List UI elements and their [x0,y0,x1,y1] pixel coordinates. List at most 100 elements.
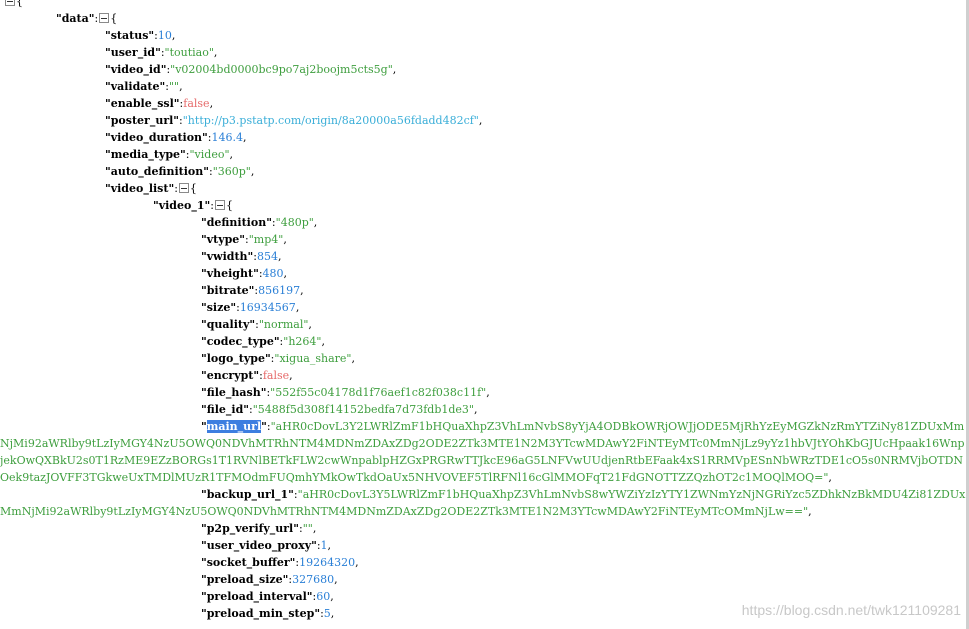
json-value: 10 [157,29,172,42]
collapse-toggle-icon[interactable] [178,183,189,193]
json-key: "p2p_verify_url" [201,522,299,535]
json-value: "xigua_share" [274,352,352,365]
json-row-logo-type: "logo_type":"xigua_share", [201,352,355,365]
json-key: "preload_min_step" [201,607,321,620]
json-key: "preload_size" [201,573,289,586]
json-value: false [262,369,290,382]
json-row-user-id: "user_id":"toutiao", [105,46,218,59]
json-value: 1 [320,539,328,552]
json-key: "preload_interval" [201,590,313,603]
json-key: "codec_type" [201,335,280,348]
json-value: "480p" [275,216,314,229]
json-row-p2p-verify-url: "p2p_verify_url":"", [201,522,317,535]
json-row-preload-size: "preload_size":327680, [201,573,338,586]
json-key: "bitrate" [201,284,255,297]
json-value: 327680 [292,573,335,586]
json-row-main-url: "main_url":"aHR0cDovL3Y2LWRlZmF1bHQuaXhp… [0,420,965,484]
collapse-toggle-icon[interactable] [214,200,225,210]
json-key: "definition" [201,216,272,229]
json-value: "" [302,522,313,535]
json-key: "user_video_proxy" [201,539,317,552]
json-row-user-video-proxy: "user_video_proxy":1, [201,539,332,552]
json-value: 146.4 [211,131,243,144]
collapse-toggle-icon[interactable] [99,13,110,23]
json-value: "aHR0cDovL3Y2LWRlZmF1bHQuaXhpZ3VhLmNvbS8… [0,420,965,484]
json-row-media-type: "media_type":"video", [105,148,234,161]
json-row-validate: "validate":"", [105,80,183,93]
json-value: "552f55c04178d1f76aef1c82f038c11f" [270,386,487,399]
json-row-backup-url-1: "backup_url_1":"aHR0cDovL3Y5LWRlZmF1bHQu… [0,488,966,518]
json-row-definition: "definition":"480p", [201,216,318,229]
json-key: "file_id" [201,403,250,416]
json-key: "video_list" [105,182,175,195]
json-row-preload-interval: "preload_interval":60, [201,590,334,603]
json-value: "video" [189,148,230,161]
json-value: "360p" [212,165,251,178]
json-row-video-1: "video_1":{ [153,199,233,212]
json-value: false [183,97,210,110]
json-row-preload-min-step: "preload_min_step":5, [201,607,335,620]
json-row-data: "data":{ [56,12,118,25]
json-row-video-list: "video_list":{ [105,182,197,195]
json-key: "main_url" [201,420,267,433]
json-key: "media_type" [105,148,186,161]
json-key: "video_duration" [105,131,208,144]
json-row-vheight: "vheight":480, [201,267,288,280]
json-value: 60 [316,590,331,603]
json-key: "auto_definition" [105,165,209,178]
selected-text[interactable]: main_url [206,420,262,433]
json-row-file-id: "file_id":"5488f5d308f14152bedfa7d73fdb1… [201,403,478,416]
json-key: "user_id" [105,46,161,59]
json-key: "validate" [105,80,166,93]
json-key: "logo_type" [201,352,271,365]
json-value: 854 [257,250,278,263]
json-value: "v02004bd0000bc9po7aj2boojm5cts5g" [170,63,393,76]
json-value: 16934567 [239,301,296,314]
json-key: "file_hash" [201,386,267,399]
json-row-vtype: "vtype":"mp4", [201,233,287,246]
json-value: "mp4" [248,233,284,246]
json-row-bitrate: "bitrate":856197, [201,284,304,297]
json-value: "h264" [283,335,322,348]
json-row-encrypt: "encrypt":false, [201,369,293,382]
json-row-video-duration: "video_duration":146.4, [105,131,247,144]
json-value: 480 [262,267,284,280]
collapse-toggle-icon[interactable] [5,0,15,6]
json-row-quality: "quality":"normal", [201,318,312,331]
json-viewer: { "data":{ "status":10, "user_id":"touti… [0,0,969,629]
json-key: "size" [201,301,237,314]
json-key: "encrypt" [201,369,260,382]
json-row-size: "size":16934567, [201,301,300,314]
json-link-value[interactable]: "http://p3.pstatp.com/origin/8a20000a56f… [183,114,479,127]
json-value: "normal" [258,318,309,331]
json-key: "vtype" [201,233,246,246]
json-row-poster-url: "poster_url":"http://p3.pstatp.com/origi… [105,114,483,127]
json-key: "video_id" [105,63,167,76]
json-key: "status" [105,29,155,42]
json-value: "5488f5d308f14152bedfa7d73fdb1de3" [252,403,474,416]
json-key: "vwidth" [201,250,254,263]
json-key: "data" [56,12,95,25]
json-row-enable-ssl: "enable_ssl":false, [105,97,214,110]
json-row-codec-type: "codec_type":"h264", [201,335,325,348]
json-row-vwidth: "vwidth":854, [201,250,282,263]
json-key: "enable_ssl" [105,97,180,110]
root-line: { [4,0,23,10]
json-key: "video_1" [153,199,211,212]
json-value: "aHR0cDovL3Y5LWRlZmF1bHQuaXhpZ3VhLmNvbS8… [0,488,966,518]
json-value: "" [168,80,180,93]
json-key: "vheight" [201,267,259,280]
json-row-file-hash: "file_hash":"552f55c04178d1f76aef1c82f03… [201,386,490,399]
json-value: 856197 [258,284,301,297]
json-row-socket-buffer: "socket_buffer":19264320, [201,556,359,569]
watermark-text: https://blog.csdn.net/twk121109281 [741,602,961,618]
json-key: "quality" [201,318,256,331]
json-row-status: "status":10, [105,29,176,42]
json-row-video-id: "video_id":"v02004bd0000bc9po7aj2boojm5c… [105,63,397,76]
json-value: "toutiao" [164,46,214,59]
json-key: "backup_url_1" [201,488,294,501]
json-value: 5 [323,607,331,620]
json-key: "poster_url" [105,114,180,127]
json-key: "socket_buffer" [201,556,296,569]
json-value: 19264320 [299,556,356,569]
